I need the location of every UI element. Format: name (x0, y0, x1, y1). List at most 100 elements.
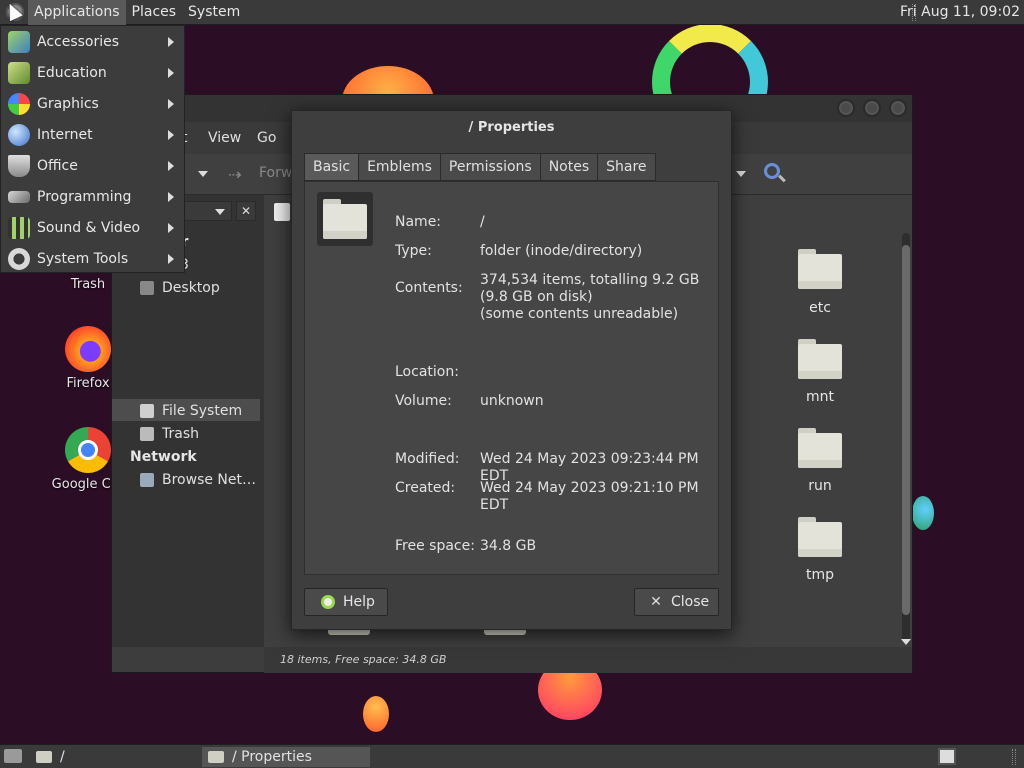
properties-dialog: / Properties Basic Emblems Permissions N… (291, 110, 732, 630)
menu-applications[interactable]: Applications (28, 0, 126, 25)
created-label: Created: (395, 480, 456, 496)
folder-label[interactable]: run (780, 478, 860, 494)
tab-share[interactable]: Share (597, 153, 656, 181)
menu-item-accessories[interactable]: Accessories (1, 26, 184, 57)
submenu-arrow-icon (168, 98, 174, 109)
submenu-arrow-icon (168, 36, 174, 47)
show-desktop-icon[interactable] (4, 749, 22, 763)
help-icon (321, 595, 335, 609)
menu-item-internet[interactable]: Internet (1, 119, 184, 150)
workspace-switcher-icon[interactable] (938, 748, 956, 765)
close-button-label: Close (671, 594, 710, 610)
graphics-icon (8, 92, 30, 115)
help-button[interactable]: Help (304, 588, 388, 616)
close-button[interactable]: ✕ Close (634, 588, 719, 616)
sidebar-item-file-system-row[interactable]: File System (140, 403, 242, 419)
free-space-value: 34.8 GB (480, 538, 537, 554)
dialog-title[interactable]: / Properties (292, 111, 731, 145)
folder-label[interactable]: etc (780, 300, 860, 316)
trash-icon (140, 427, 154, 441)
close-window-button[interactable] (889, 99, 907, 117)
edit-file-icon[interactable] (274, 203, 290, 221)
properties-basic-panel: Name: / Type: folder (inode/directory) C… (304, 181, 719, 575)
bottom-panel: / / Properties (0, 744, 1024, 768)
menu-item-sound-video[interactable]: Sound & Video (1, 212, 184, 243)
folder-icon[interactable] (798, 339, 842, 379)
education-icon (8, 61, 30, 84)
menu-item-office[interactable]: Office (1, 150, 184, 181)
panel-separator (1012, 749, 1016, 765)
menu-go[interactable]: Go (257, 130, 276, 146)
maximize-button[interactable] (863, 99, 881, 117)
forward-button-label[interactable]: Forw (259, 165, 292, 181)
created-value: Wed 24 May 2023 09:21:10 PM EDT (480, 480, 699, 513)
free-space-label: Free space: (395, 538, 475, 554)
folder-label[interactable]: tmp (780, 567, 860, 583)
taskbar-item-properties[interactable]: / Properties (202, 747, 370, 767)
submenu-arrow-icon (168, 253, 174, 264)
chrome-icon (65, 427, 111, 473)
minimize-button[interactable] (837, 99, 855, 117)
sound-video-icon (8, 216, 30, 239)
accessories-icon (8, 30, 30, 53)
forward-icon[interactable]: ⇢ (228, 165, 241, 184)
menu-item-label: Accessories (37, 33, 120, 50)
programming-icon (8, 190, 30, 203)
folder-icon[interactable] (798, 249, 842, 289)
orange-drop (363, 696, 389, 732)
submenu-arrow-icon (168, 129, 174, 140)
internet-icon (8, 123, 30, 146)
sidebar-item-label: Browse Net… (162, 472, 257, 488)
menu-item-label: Sound & Video (37, 219, 141, 236)
search-icon-handle (778, 174, 786, 183)
scrollbar-thumb[interactable] (902, 245, 910, 615)
teal-drop (912, 496, 934, 530)
menu-places[interactable]: Places (126, 0, 183, 25)
scroll-down-icon[interactable] (901, 639, 911, 645)
volume-value: unknown (480, 393, 544, 409)
status-bar: 18 items, Free space: 34.8 GB (264, 647, 912, 673)
tab-permissions[interactable]: Permissions (439, 153, 541, 181)
sidebar-item-browse-network[interactable]: Browse Net… (140, 472, 256, 488)
contents-label: Contents: (395, 280, 463, 296)
menu-item-programming[interactable]: Programming (1, 181, 184, 212)
tab-emblems[interactable]: Emblems (358, 153, 441, 181)
menu-item-label: Internet (37, 126, 93, 143)
top-panel: Applications Places System Fri Aug 11, 0… (0, 0, 1024, 25)
sidebar-item-trash[interactable]: Trash (140, 426, 199, 442)
menu-system[interactable]: System (182, 0, 246, 25)
type-value: folder (inode/directory) (480, 243, 643, 259)
properties-tabs: Basic Emblems Permissions Notes Share (304, 153, 656, 181)
submenu-arrow-icon (168, 222, 174, 233)
applications-menu: Accessories Education Graphics Internet … (0, 25, 185, 273)
menu-item-education[interactable]: Education (1, 57, 184, 88)
sidebar-item-desktop[interactable]: Desktop (140, 280, 220, 296)
submenu-arrow-icon (168, 191, 174, 202)
view-dropdown-icon[interactable] (736, 171, 746, 177)
submenu-arrow-icon (168, 67, 174, 78)
folder-icon[interactable] (798, 517, 842, 557)
contents-value-line1: 374,534 items, totalling 9.2 GB (480, 272, 700, 288)
tab-notes[interactable]: Notes (539, 153, 599, 181)
menu-item-system-tools[interactable]: System Tools (1, 243, 184, 274)
taskbar-item-file-manager[interactable]: / (30, 747, 200, 767)
back-dropdown-icon[interactable] (198, 171, 208, 177)
sidebar-item-label: Trash (162, 426, 199, 442)
menu-item-label: Programming (37, 188, 132, 205)
taskbar-item-label: / Properties (232, 749, 312, 765)
close-icon: ✕ (650, 594, 662, 610)
sidebar-close-icon[interactable]: ✕ (236, 201, 256, 221)
menu-view[interactable]: View (208, 130, 241, 146)
sidebar-item-label: File System (162, 403, 243, 419)
folder-label[interactable]: mnt (780, 389, 860, 405)
folder-icon (323, 199, 367, 239)
name-label: Name: (395, 214, 442, 230)
folder-icon-button[interactable] (317, 192, 373, 246)
sidebar-network-heading: Network (130, 449, 197, 465)
drive-icon (140, 404, 154, 418)
folder-icon[interactable] (798, 428, 842, 468)
menu-item-graphics[interactable]: Graphics (1, 88, 184, 119)
folder-icon (208, 751, 224, 763)
tab-basic[interactable]: Basic (304, 153, 360, 181)
clock[interactable]: Fri Aug 11, 09:02 (900, 0, 1020, 25)
